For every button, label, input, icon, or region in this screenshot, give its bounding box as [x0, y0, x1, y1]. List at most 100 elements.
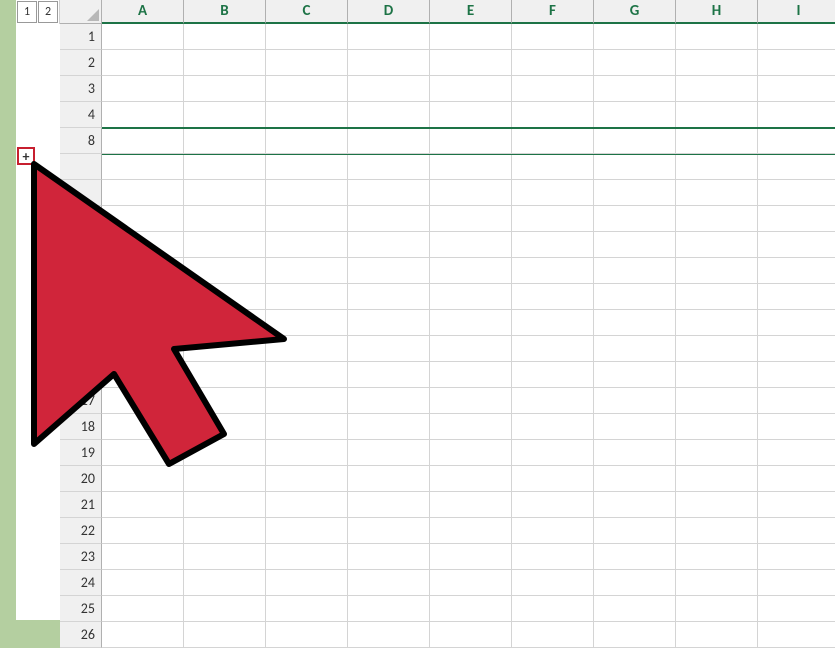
cell[interactable]: [184, 50, 266, 76]
cell[interactable]: [758, 206, 835, 232]
cell[interactable]: [184, 518, 266, 544]
cell[interactable]: [348, 50, 430, 76]
row-header[interactable]: 8: [60, 128, 102, 154]
cell[interactable]: [594, 440, 676, 466]
cell[interactable]: [512, 362, 594, 388]
cell[interactable]: [266, 570, 348, 596]
cell[interactable]: [430, 102, 512, 128]
cell[interactable]: [102, 310, 184, 336]
cell[interactable]: [348, 128, 430, 154]
cell[interactable]: [594, 362, 676, 388]
cell[interactable]: [594, 50, 676, 76]
cell[interactable]: [184, 570, 266, 596]
cell[interactable]: [676, 492, 758, 518]
cell[interactable]: [266, 258, 348, 284]
cell[interactable]: [594, 258, 676, 284]
cell[interactable]: [594, 466, 676, 492]
cell[interactable]: [348, 310, 430, 336]
cell[interactable]: [594, 102, 676, 128]
cell[interactable]: [430, 180, 512, 206]
row-header[interactable]: [60, 206, 102, 232]
cell[interactable]: [594, 388, 676, 414]
cell[interactable]: [348, 102, 430, 128]
cell[interactable]: [512, 414, 594, 440]
cell[interactable]: [594, 570, 676, 596]
cell[interactable]: [348, 544, 430, 570]
column-header-E[interactable]: E: [430, 0, 512, 24]
cell[interactable]: [594, 544, 676, 570]
cell[interactable]: [266, 544, 348, 570]
cell[interactable]: [758, 596, 835, 622]
row-header[interactable]: 1: [60, 24, 102, 50]
outline-level-1-button[interactable]: 1: [17, 1, 37, 23]
cell[interactable]: [676, 362, 758, 388]
cell[interactable]: [676, 440, 758, 466]
cell[interactable]: [594, 232, 676, 258]
cell[interactable]: [184, 128, 266, 154]
row-header[interactable]: 24: [60, 570, 102, 596]
cell[interactable]: [676, 570, 758, 596]
cell[interactable]: [758, 50, 835, 76]
cell[interactable]: [102, 544, 184, 570]
cell[interactable]: [266, 466, 348, 492]
cell[interactable]: [102, 180, 184, 206]
column-header-F[interactable]: F: [512, 0, 594, 24]
cell[interactable]: [512, 24, 594, 50]
cell[interactable]: [430, 466, 512, 492]
cell[interactable]: [266, 336, 348, 362]
cell[interactable]: [430, 518, 512, 544]
cell[interactable]: [184, 544, 266, 570]
cell[interactable]: [676, 466, 758, 492]
row-header[interactable]: 20: [60, 466, 102, 492]
cell[interactable]: [430, 544, 512, 570]
cell[interactable]: [102, 50, 184, 76]
cell[interactable]: [102, 414, 184, 440]
cell[interactable]: [430, 284, 512, 310]
cell[interactable]: [348, 570, 430, 596]
row-header[interactable]: 15: [60, 336, 102, 362]
cell[interactable]: [266, 102, 348, 128]
cell[interactable]: [184, 414, 266, 440]
cell[interactable]: [266, 154, 348, 180]
cell[interactable]: [266, 128, 348, 154]
cell[interactable]: [102, 336, 184, 362]
cell[interactable]: [676, 518, 758, 544]
cell[interactable]: [758, 466, 835, 492]
outline-level-2-button[interactable]: 2: [38, 1, 58, 23]
cell[interactable]: [430, 440, 512, 466]
cell[interactable]: [512, 596, 594, 622]
column-header-G[interactable]: G: [594, 0, 676, 24]
cell[interactable]: [758, 388, 835, 414]
cell[interactable]: [184, 362, 266, 388]
cell[interactable]: [676, 284, 758, 310]
cell[interactable]: [594, 206, 676, 232]
cell[interactable]: [758, 440, 835, 466]
row-header[interactable]: [60, 180, 102, 206]
cell[interactable]: [102, 518, 184, 544]
cell[interactable]: [348, 180, 430, 206]
cell[interactable]: [184, 440, 266, 466]
cell[interactable]: [430, 362, 512, 388]
cell[interactable]: [676, 544, 758, 570]
cell[interactable]: [758, 258, 835, 284]
cell[interactable]: [348, 518, 430, 544]
cell[interactable]: [758, 232, 835, 258]
row-header[interactable]: 12: [60, 258, 102, 284]
cell[interactable]: [266, 492, 348, 518]
cell[interactable]: [512, 154, 594, 180]
cell[interactable]: [348, 596, 430, 622]
cell[interactable]: [348, 336, 430, 362]
cell[interactable]: [758, 154, 835, 180]
cell[interactable]: [594, 414, 676, 440]
cell[interactable]: [184, 596, 266, 622]
cell[interactable]: [348, 440, 430, 466]
cell[interactable]: [676, 24, 758, 50]
column-header-B[interactable]: B: [184, 0, 266, 24]
cell[interactable]: [512, 206, 594, 232]
cell[interactable]: [758, 518, 835, 544]
cell[interactable]: [184, 154, 266, 180]
cell[interactable]: [758, 102, 835, 128]
cell[interactable]: [430, 258, 512, 284]
cell[interactable]: [430, 388, 512, 414]
row-header[interactable]: 13: [60, 284, 102, 310]
